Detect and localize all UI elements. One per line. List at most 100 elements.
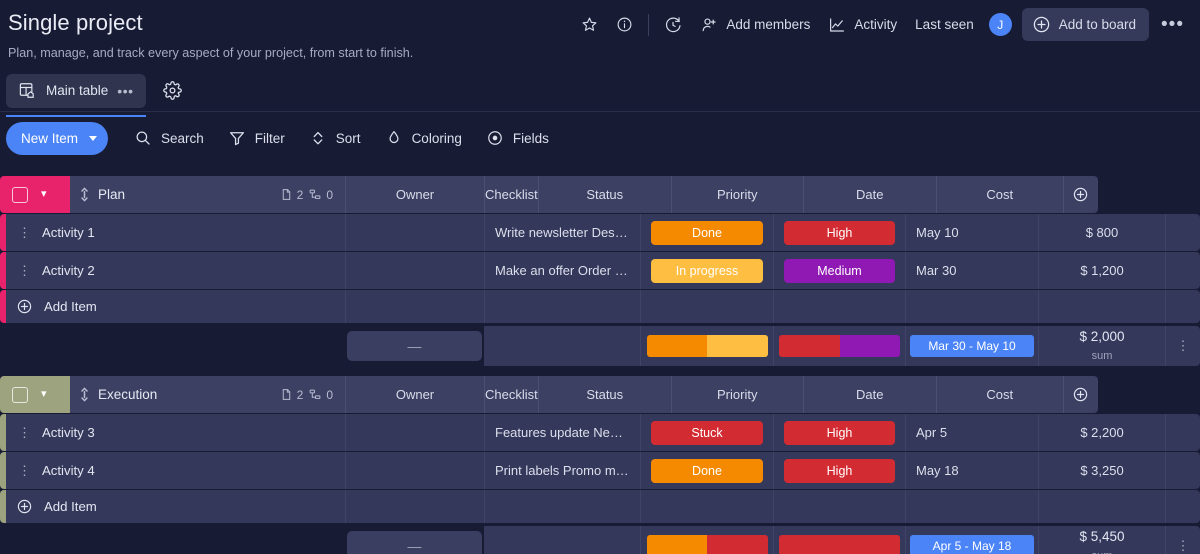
column-header-priority[interactable]: Priority xyxy=(671,176,803,213)
add-item-button[interactable]: Add Item xyxy=(6,290,345,323)
add-row-blank xyxy=(640,490,773,523)
cell-priority[interactable]: High xyxy=(773,452,905,489)
group-select-area[interactable]: ▾ xyxy=(0,176,70,213)
column-header-cost[interactable]: Cost xyxy=(936,376,1063,413)
cell-status[interactable]: Done xyxy=(640,214,773,251)
add-item-row[interactable]: Add Item xyxy=(0,490,1200,523)
group-select-area[interactable]: ▾ xyxy=(0,376,70,413)
add-to-board-button[interactable]: Add to board xyxy=(1022,8,1149,41)
cell-cost[interactable]: $ 1,200 xyxy=(1038,252,1165,289)
cell-status[interactable]: Stuck xyxy=(640,414,773,451)
cell-date[interactable]: May 18 xyxy=(905,452,1038,489)
add-item-button[interactable]: Add Item xyxy=(6,490,345,523)
row-menu-icon[interactable]: ⋮ xyxy=(18,226,31,239)
summary-owner[interactable]: — xyxy=(345,326,484,366)
cell-checklist[interactable]: Features update New tec… xyxy=(484,414,640,451)
column-header-cost[interactable]: Cost xyxy=(936,176,1063,213)
summary-date[interactable]: Mar 30 - May 10 xyxy=(905,326,1038,366)
summary-date[interactable]: Apr 5 - May 18 xyxy=(905,526,1038,554)
add-item-row[interactable]: Add Item xyxy=(0,290,1200,323)
add-column-button[interactable] xyxy=(1063,176,1098,213)
cell-priority[interactable]: Medium xyxy=(773,252,905,289)
group-title-cell[interactable]: Plan20 xyxy=(70,176,345,213)
avatar[interactable]: J xyxy=(989,13,1012,36)
column-header-checklist[interactable]: Checklist xyxy=(484,376,538,413)
summary-cost[interactable]: $ 2,000sum xyxy=(1038,326,1165,366)
fields-button[interactable]: Fields xyxy=(474,122,561,154)
activity-button[interactable]: Activity xyxy=(819,9,906,41)
summary-menu-button[interactable]: ⋮ xyxy=(1165,326,1200,366)
cell-priority[interactable]: High xyxy=(773,214,905,251)
chart-activity-icon xyxy=(828,16,846,34)
summary-cost[interactable]: $ 5,450sum xyxy=(1038,526,1165,554)
row-name-cell[interactable]: ⋮Activity 2 xyxy=(6,252,345,289)
table-row[interactable]: ⋮Activity 2 Make an offer Order new …In p… xyxy=(0,252,1200,289)
add-row-blank xyxy=(773,290,905,323)
favorite-button[interactable] xyxy=(572,9,607,41)
activity-log-button[interactable] xyxy=(655,9,691,41)
cell-cost[interactable]: $ 800 xyxy=(1038,214,1165,251)
cell-date[interactable]: Mar 30 xyxy=(905,252,1038,289)
cell-checklist[interactable]: Write newsletter Design r… xyxy=(484,214,640,251)
info-button[interactable] xyxy=(607,9,642,41)
row-name-cell[interactable]: ⋮Activity 1 xyxy=(6,214,345,251)
coloring-button[interactable]: Coloring xyxy=(373,122,474,154)
row-menu-icon[interactable]: ⋮ xyxy=(18,426,31,439)
row-menu-icon[interactable]: ⋮ xyxy=(18,464,31,477)
column-header-date[interactable]: Date xyxy=(803,376,936,413)
group-collapse-chevron-icon[interactable]: ▾ xyxy=(41,189,47,200)
summary-status[interactable] xyxy=(640,526,773,554)
cell-date[interactable]: Apr 5 xyxy=(905,414,1038,451)
last-seen-group: Last seen J xyxy=(906,9,1014,41)
column-header-checklist[interactable]: Checklist xyxy=(484,176,538,213)
column-header-status[interactable]: Status xyxy=(538,176,671,213)
board-more-menu-button[interactable]: ••• xyxy=(1149,15,1190,34)
sort-button[interactable]: Sort xyxy=(297,122,373,154)
column-header-owner[interactable]: Owner xyxy=(345,176,484,213)
cell-status[interactable]: In progress xyxy=(640,252,773,289)
table-row[interactable]: ⋮Activity 1 Write newsletter Design r…Don… xyxy=(0,214,1200,251)
cell-owner[interactable] xyxy=(345,214,484,251)
summary-priority[interactable] xyxy=(773,326,905,366)
chevron-down-icon[interactable] xyxy=(89,136,97,141)
cell-cost[interactable]: $ 3,250 xyxy=(1038,452,1165,489)
cell-checklist[interactable]: Print labels Promo mater… xyxy=(484,452,640,489)
summary-status[interactable] xyxy=(640,326,773,366)
tab-main-table[interactable]: Main table ••• xyxy=(6,74,146,108)
drag-handle-icon[interactable] xyxy=(80,387,89,402)
table-row[interactable]: ⋮Activity 4 Print labels Promo mater…Done… xyxy=(0,452,1200,489)
vertical-dots-icon: ⋮ xyxy=(1177,538,1190,554)
group-select-checkbox[interactable] xyxy=(12,187,28,203)
add-members-button[interactable]: Add members xyxy=(691,9,819,41)
cell-date[interactable]: May 10 xyxy=(905,214,1038,251)
search-button[interactable]: Search xyxy=(122,122,216,154)
column-header-status[interactable]: Status xyxy=(538,376,671,413)
filter-button[interactable]: Filter xyxy=(216,122,297,154)
column-header-owner[interactable]: Owner xyxy=(345,376,484,413)
group-title-cell[interactable]: Execution20 xyxy=(70,376,345,413)
summary-owner[interactable]: — xyxy=(345,526,484,554)
cell-status[interactable]: Done xyxy=(640,452,773,489)
new-item-button[interactable]: New Item xyxy=(6,122,108,155)
row-name-cell[interactable]: ⋮Activity 3 xyxy=(6,414,345,451)
tab-options-button[interactable]: ••• xyxy=(117,83,133,99)
group-collapse-chevron-icon[interactable]: ▾ xyxy=(41,389,47,400)
summary-priority[interactable] xyxy=(773,526,905,554)
cell-owner[interactable] xyxy=(345,414,484,451)
view-settings-button[interactable] xyxy=(158,76,188,106)
cell-owner[interactable] xyxy=(345,252,484,289)
cell-cost[interactable]: $ 2,200 xyxy=(1038,414,1165,451)
row-name-cell[interactable]: ⋮Activity 4 xyxy=(6,452,345,489)
row-menu-icon[interactable]: ⋮ xyxy=(18,264,31,277)
group-select-checkbox[interactable] xyxy=(12,387,28,403)
cell-owner[interactable] xyxy=(345,452,484,489)
column-header-priority[interactable]: Priority xyxy=(671,376,803,413)
table-row[interactable]: ⋮Activity 3 Features update New tec…Stuck… xyxy=(0,414,1200,451)
cell-checklist[interactable]: Make an offer Order new … xyxy=(484,252,640,289)
summary-menu-button[interactable]: ⋮ xyxy=(1165,526,1200,554)
drag-handle-icon[interactable] xyxy=(80,187,89,202)
add-column-button[interactable] xyxy=(1063,376,1098,413)
cell-priority[interactable]: High xyxy=(773,414,905,451)
column-header-date[interactable]: Date xyxy=(803,176,936,213)
add-row-blank xyxy=(905,290,1038,323)
